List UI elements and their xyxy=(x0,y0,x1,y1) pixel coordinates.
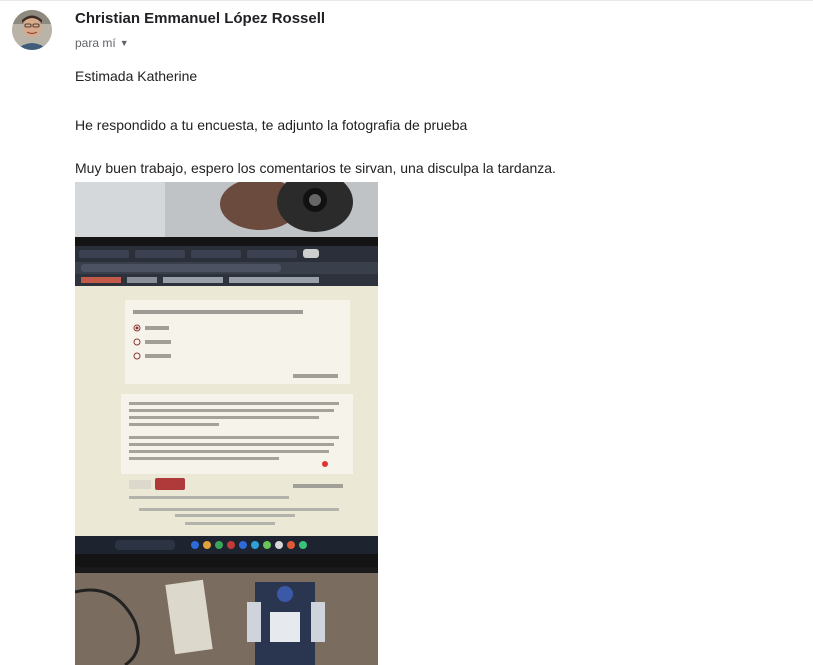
email-paragraph-2: Muy buen trabajo, espero los comentarios… xyxy=(75,160,556,176)
email-paragraph-1: He respondido a tu encuesta, te adjunto … xyxy=(75,117,468,133)
email-greeting: Estimada Katherine xyxy=(75,68,198,84)
header-divider xyxy=(0,0,813,1)
chevron-down-icon[interactable]: ▼ xyxy=(120,38,129,48)
recipient-label: para mí xyxy=(75,36,116,50)
attached-photo[interactable] xyxy=(75,182,378,665)
sender-name[interactable]: Christian Emmanuel López Rossell xyxy=(75,10,325,27)
recipient-details[interactable]: para mí ▼ xyxy=(75,36,129,50)
avatar-image xyxy=(12,10,52,50)
sender-avatar[interactable] xyxy=(12,10,52,50)
photo-content xyxy=(75,182,378,665)
